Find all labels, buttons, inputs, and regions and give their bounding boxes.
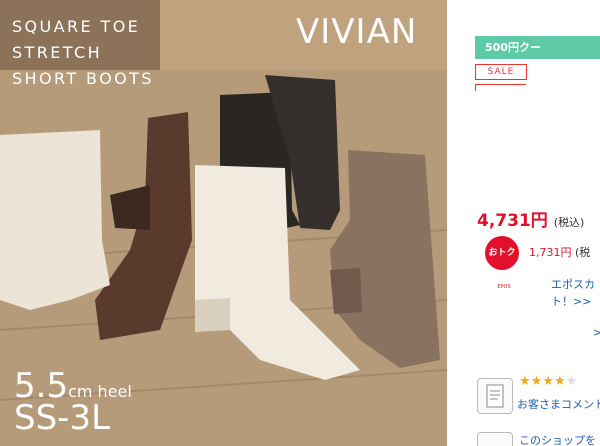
rating-stars: ★★★★★: [519, 374, 577, 389]
brand-logo: VIVIAN: [296, 12, 418, 52]
otoku-tax: (税: [575, 246, 591, 259]
product-info-panel: 500円クー SALE 4,731円 (税込) おトク 1,731円 (税 EP…: [447, 0, 600, 446]
star-icon: ★: [519, 374, 531, 389]
tagline-line-3: SHORT BOOTS: [12, 69, 154, 88]
review-document-icon[interactable]: [477, 378, 513, 414]
shop-icon[interactable]: [477, 432, 513, 446]
shop-link[interactable]: このショップを: [519, 432, 596, 446]
coupon-button[interactable]: 500円クー: [475, 36, 600, 59]
otoku-value: 1,731円 (税: [529, 244, 590, 260]
sale-badge: SALE: [475, 64, 527, 80]
size-range: SS-3L: [14, 398, 111, 438]
review-link[interactable]: お客さまコメント: [517, 396, 600, 412]
price-tax: (税込): [553, 216, 585, 229]
epos-link-line-2: ト！>>: [551, 295, 592, 308]
star-icon: ★: [530, 374, 543, 389]
otoku-amount: 1,731円: [529, 246, 572, 259]
tagline-line-2: STRETCH: [12, 43, 102, 62]
hero-tagline: SQUARE TOE STRETCH SHORT BOOTS: [12, 14, 154, 92]
sale-badge-underline: [475, 84, 526, 91]
star-icon: ★: [542, 374, 554, 389]
epos-card-logo: EPOS: [497, 284, 511, 290]
more-arrow[interactable]: >: [593, 326, 600, 339]
price-value: 4,731円: [477, 211, 548, 231]
price: 4,731円 (税込): [477, 206, 584, 231]
tagline-line-1: SQUARE TOE: [12, 17, 141, 36]
epos-card-link[interactable]: エポスカ ト！>>: [551, 276, 595, 310]
epos-link-line-1: エポスカ: [551, 278, 595, 291]
otoku-badge: おトク: [485, 236, 519, 270]
star-empty-icon: ★: [565, 374, 578, 389]
star-icon: ★: [553, 374, 566, 389]
product-hero-image[interactable]: SQUARE TOE STRETCH SHORT BOOTS VIVIAN 5.…: [0, 0, 447, 446]
